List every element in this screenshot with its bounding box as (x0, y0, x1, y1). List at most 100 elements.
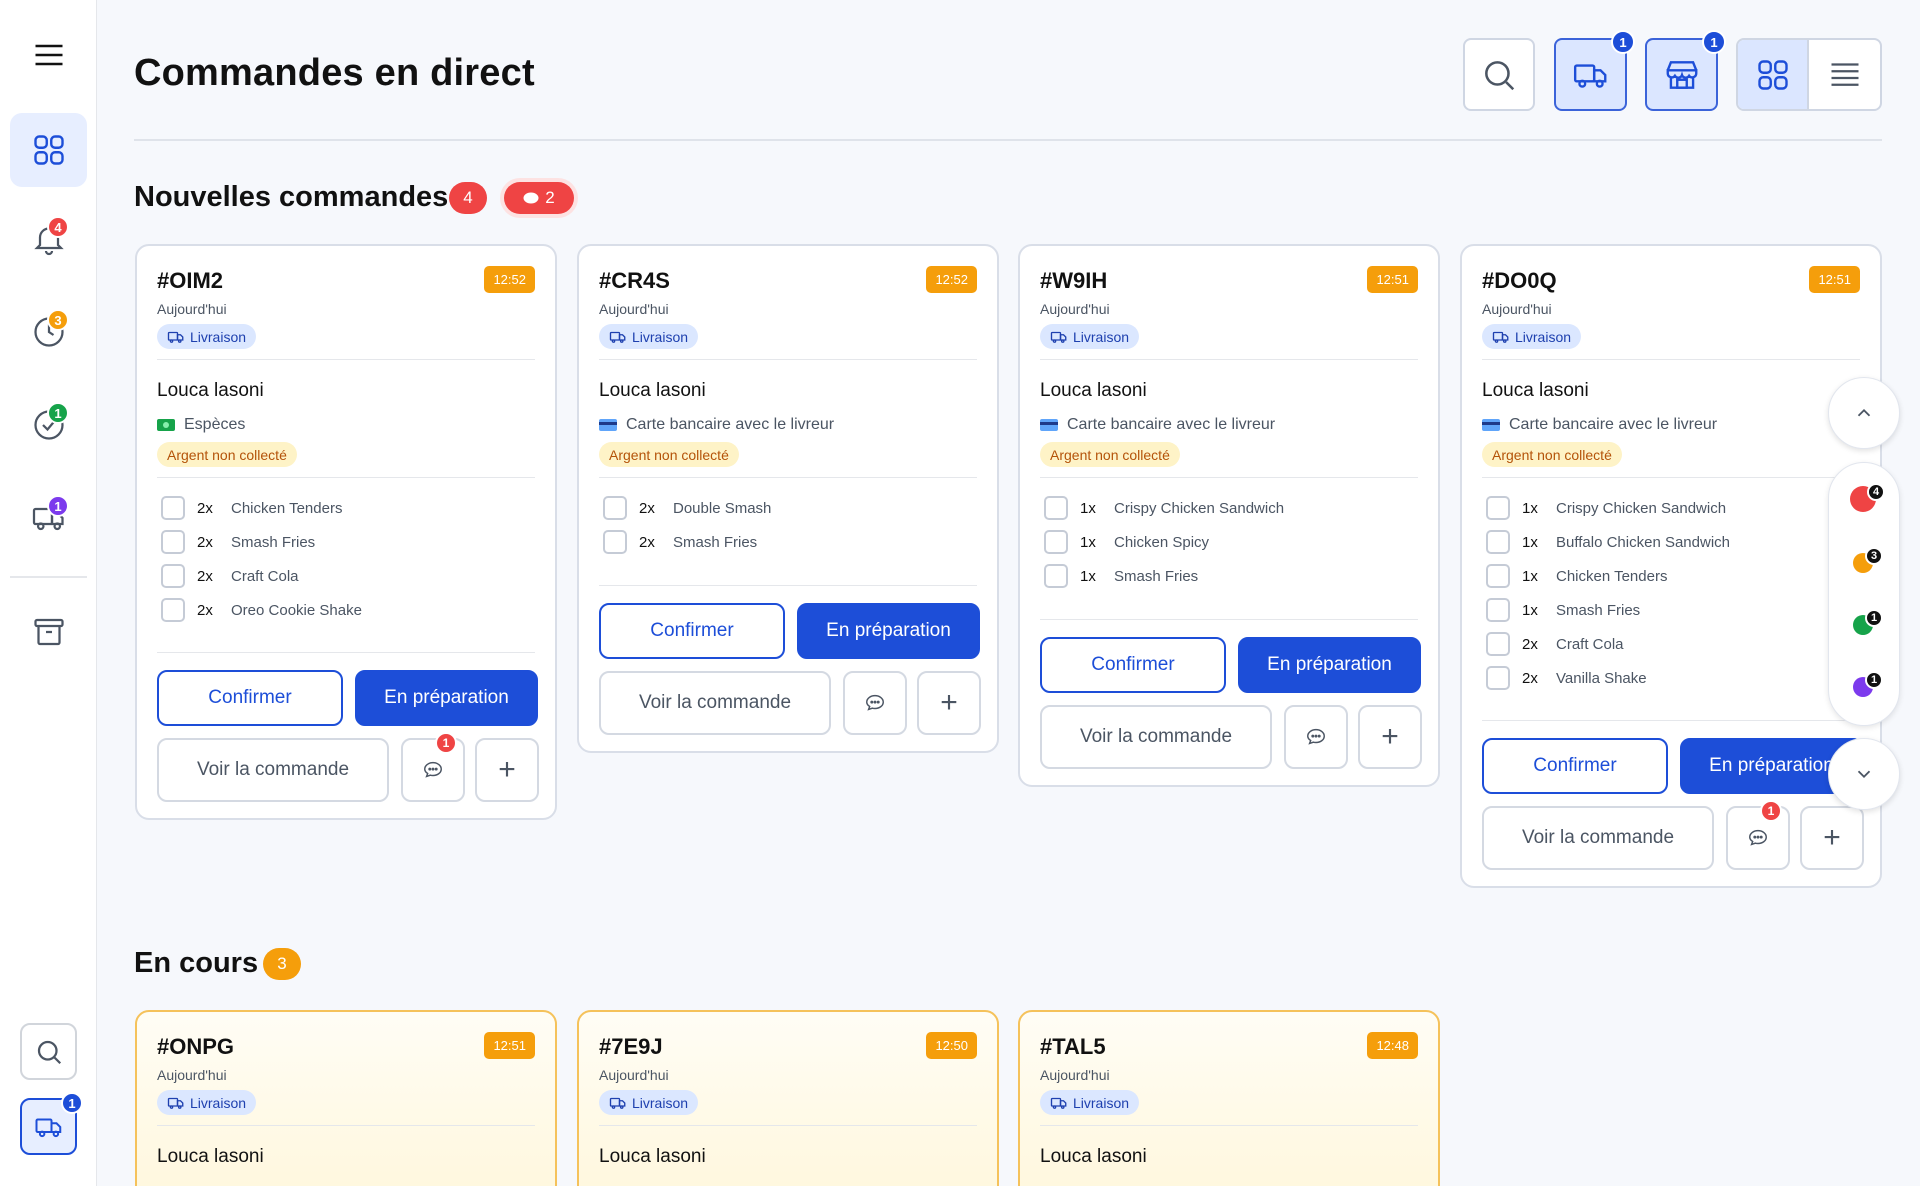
item-checkbox[interactable] (1486, 632, 1510, 656)
list-view-button[interactable] (1809, 40, 1880, 109)
list-item: 2x Craft Cola (161, 559, 362, 593)
add-button[interactable]: + (1358, 705, 1422, 769)
sidebar-item-delivery[interactable]: 1 (10, 481, 87, 555)
list-item: 1x Crispy Chicken Sandwich (1486, 491, 1730, 525)
payment-method: Carte bancaire avec le livreur (599, 416, 834, 434)
preparation-button[interactable]: En préparation (797, 603, 980, 659)
view-order-button[interactable]: Voir la commande (157, 738, 389, 802)
chat-icon (1749, 829, 1767, 846)
confirm-button[interactable]: Confirmer (1482, 738, 1668, 794)
sidebar-item-history[interactable]: 3 (10, 295, 87, 369)
item-checkbox[interactable] (1044, 496, 1068, 520)
view-order-button[interactable]: Voir la commande (1482, 806, 1714, 870)
order-type-label: Livraison (632, 328, 689, 345)
menu-button[interactable] (10, 18, 87, 92)
store-filter-button[interactable]: 1 (1645, 30, 1726, 111)
ongoing-orders-title: En cours (134, 947, 259, 979)
item-name: Smash Fries (673, 533, 758, 551)
confirm-button[interactable]: Confirmer (1040, 637, 1226, 693)
preparation-button[interactable]: En préparation (1238, 637, 1421, 693)
order-card[interactable]: #TAL5 12:48 Aujourd'hui Livraison Louca … (1018, 1010, 1440, 1186)
order-card[interactable]: #CR4S 12:52 Aujourd'hui Livraison Louca … (577, 244, 999, 753)
order-day: Aujourd'hui (1040, 301, 1110, 317)
chat-icon (424, 761, 442, 778)
item-checkbox[interactable] (1486, 530, 1510, 554)
list-item: 1x Buffalo Chicken Sandwich (1486, 525, 1730, 559)
item-checkbox[interactable] (1486, 496, 1510, 520)
item-checkbox[interactable] (1044, 564, 1068, 588)
item-name: Chicken Spicy (1114, 533, 1210, 551)
sidebar-search-button[interactable] (20, 1023, 77, 1080)
preparation-button[interactable]: En préparation (355, 670, 538, 726)
order-code: #CR4S (599, 268, 670, 293)
grid-view-button[interactable] (1738, 40, 1810, 109)
item-checkbox[interactable] (1486, 666, 1510, 690)
order-time: 12:50 (926, 1032, 977, 1059)
view-order-button[interactable]: Voir la commande (599, 671, 831, 735)
order-items: 2x Chicken Tenders 2x Smash Fries 2x Craft … (161, 491, 362, 627)
add-button[interactable]: + (1800, 806, 1864, 870)
chat-button[interactable] (843, 671, 907, 735)
sidebar-item-completed[interactable]: 1 (10, 388, 87, 462)
order-card[interactable]: #OIM2 12:52 Aujourd'hui Livraison Louca … (135, 244, 557, 820)
sidebar-item-dashboard[interactable] (10, 113, 87, 187)
item-qty: 1x (1080, 567, 1096, 585)
chat-badge: 1 (1760, 800, 1782, 822)
order-time: 12:52 (926, 266, 977, 293)
header-divider (134, 139, 1882, 141)
item-checkbox[interactable] (603, 530, 627, 554)
search-button[interactable] (1463, 38, 1535, 111)
truck-icon (1492, 331, 1509, 343)
list-icon (1831, 62, 1858, 86)
order-type-badge: Livraison (157, 1090, 257, 1115)
order-card[interactable]: #ONPG 12:51 Aujourd'hui Livraison Louca … (135, 1010, 557, 1186)
item-checkbox[interactable] (161, 530, 185, 554)
item-qty: 2x (197, 567, 213, 585)
sidebar-item-archive[interactable] (10, 595, 87, 669)
item-checkbox[interactable] (161, 496, 185, 520)
payment-label: Carte bancaire avec le livreur (1509, 416, 1718, 433)
store-filter-badge: 1 (1702, 30, 1726, 54)
truck-icon (167, 1097, 184, 1109)
payment-status-badge: Argent non collecté (157, 442, 297, 467)
chat-button[interactable]: 1 (401, 732, 465, 802)
order-card[interactable]: #W9IH 12:51 Aujourd'hui Livraison Louca … (1018, 244, 1440, 787)
customer-name: Louca lasoni (157, 380, 264, 401)
item-checkbox[interactable] (161, 564, 185, 588)
add-button[interactable]: + (475, 738, 539, 802)
scroll-up-button[interactable] (1828, 377, 1900, 449)
item-checkbox[interactable] (1486, 564, 1510, 588)
list-item: 2x Chicken Tenders (161, 491, 362, 525)
store-icon (1666, 60, 1697, 89)
sidebar-delivery-toggle[interactable]: 1 (20, 1092, 83, 1155)
card-divider (599, 477, 977, 478)
order-time: 12:51 (1809, 266, 1860, 293)
item-qty: 2x (197, 601, 213, 619)
ongoing-orders-count: 3 (263, 948, 301, 980)
view-order-button[interactable]: Voir la commande (1040, 705, 1272, 769)
order-type-label: Livraison (632, 1094, 689, 1111)
new-messages-pill[interactable]: 2 (504, 182, 574, 214)
sidebar-item-notifications[interactable]: 4 (10, 202, 87, 276)
add-button[interactable]: + (917, 671, 981, 735)
card-divider (157, 359, 535, 360)
delivery-filter-button[interactable]: 1 (1554, 30, 1635, 111)
order-code: #ONPG (157, 1034, 235, 1059)
card-divider (157, 652, 535, 653)
chat-button[interactable]: 1 (1726, 800, 1790, 870)
card-divider (1040, 359, 1418, 360)
item-checkbox[interactable] (1044, 530, 1068, 554)
list-item: 1x Chicken Tenders (1486, 559, 1730, 593)
item-checkbox[interactable] (1486, 598, 1510, 622)
scroll-down-button[interactable] (1828, 738, 1900, 810)
order-items: 1x Crispy Chicken Sandwich 1x Chicken Spic… (1044, 491, 1284, 593)
chat-button[interactable] (1284, 705, 1348, 769)
truck-icon (35, 1118, 61, 1137)
confirm-button[interactable]: Confirmer (599, 603, 785, 659)
order-card[interactable]: #7E9J 12:50 Aujourd'hui Livraison Louca … (577, 1010, 999, 1186)
confirm-button[interactable]: Confirmer (157, 670, 343, 726)
order-card[interactable]: #DO0Q 12:51 Aujourd'hui Livraison Louca … (1460, 244, 1882, 888)
list-item: 1x Chicken Spicy (1044, 525, 1284, 559)
item-checkbox[interactable] (603, 496, 627, 520)
item-checkbox[interactable] (161, 598, 185, 622)
